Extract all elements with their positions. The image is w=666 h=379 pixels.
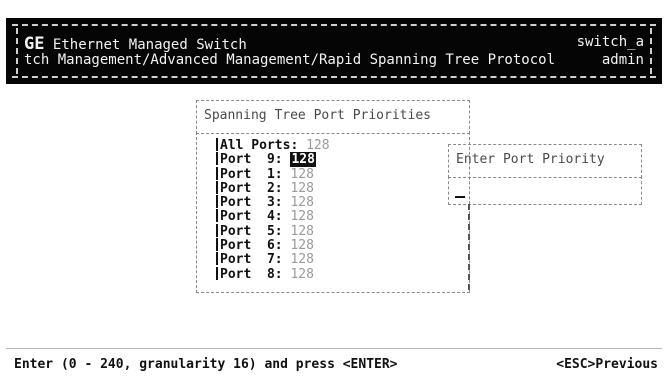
all-ports-value: 128	[306, 138, 330, 153]
port-priority-value: 128	[290, 238, 314, 254]
row-marker	[216, 252, 218, 266]
port-label: Port 6:	[220, 238, 283, 254]
row-marker	[216, 223, 218, 237]
port-row[interactable]: Port 2: 128	[216, 180, 330, 196]
port-label: Port 2:	[220, 180, 283, 196]
header-top-border	[12, 24, 656, 26]
port-row[interactable]: Port 1: 128	[216, 166, 330, 182]
entry-panel-divider	[468, 204, 470, 290]
text-cursor	[455, 196, 465, 198]
header-right-border	[650, 28, 652, 74]
port-row[interactable]: Port 3: 128	[216, 195, 330, 211]
all-ports-row[interactable]: All Ports: 128	[216, 138, 330, 153]
app-title: GE Ethernet Managed Switch	[24, 34, 247, 54]
entry-input-box[interactable]	[448, 176, 642, 205]
user-name: admin	[601, 52, 644, 68]
esc-previous-action[interactable]: <ESC>Previous	[556, 357, 658, 372]
row-marker	[216, 166, 218, 180]
priorities-panel-title: Spanning Tree Port Priorities	[204, 108, 431, 123]
port-label: Port 9:	[220, 152, 283, 168]
port-label: Port 4:	[220, 209, 283, 225]
port-priority-value: 128	[290, 180, 314, 196]
header-left-border	[16, 28, 18, 74]
port-row[interactable]: Port 7: 128	[216, 252, 330, 268]
header-bottom-border	[12, 76, 656, 78]
port-row[interactable]: Port 5: 128	[216, 223, 330, 239]
port-label: Port 8:	[220, 266, 283, 282]
switch-name: switch_a	[576, 34, 644, 50]
port-priority-value: 128	[290, 152, 316, 168]
entry-panel-title: Enter Port Priority	[456, 152, 605, 167]
header-bar: GE Ethernet Managed Switch tch Managemen…	[6, 18, 662, 84]
brand-logo: GE	[24, 34, 45, 54]
port-priority-value: 128	[290, 195, 314, 211]
input-hint: Enter (0 - 240, granularity 16) and pres…	[14, 357, 398, 372]
row-marker	[216, 152, 218, 166]
row-marker	[216, 138, 218, 151]
port-rows: Port 9: 128 Port 1: 128 Port 2: 128 Port 3:…	[216, 152, 330, 281]
port-label: Port 7:	[220, 252, 283, 268]
port-priority-value: 128	[290, 166, 314, 182]
terminal-screen: GE Ethernet Managed Switch tch Managemen…	[0, 0, 666, 379]
row-marker	[216, 238, 218, 252]
port-priority-value: 128	[290, 223, 314, 239]
port-priority-list: All Ports: 128 Port 9: 128 Port 1: 128 Por…	[216, 138, 330, 281]
port-label: Port 3:	[220, 195, 283, 211]
port-priority-value: 128	[290, 252, 314, 268]
app-title-text: Ethernet Managed Switch	[52, 37, 247, 53]
row-marker	[216, 180, 218, 194]
port-row[interactable]: Port 6: 128	[216, 238, 330, 254]
breadcrumb: tch Management/Advanced Management/Rapid…	[24, 52, 556, 68]
port-row[interactable]: Port 4: 128	[216, 209, 330, 225]
port-row[interactable]: Port 9: 128	[216, 152, 330, 168]
row-marker	[216, 195, 218, 209]
row-marker	[216, 209, 218, 223]
all-ports-label: All Ports:	[220, 138, 299, 153]
port-label: Port 5:	[220, 223, 283, 239]
port-label: Port 1:	[220, 166, 283, 182]
row-marker	[216, 266, 218, 280]
port-row[interactable]: Port 8: 128	[216, 266, 330, 282]
port-priority-value: 128	[290, 266, 314, 282]
footer-bar: Enter (0 - 240, granularity 16) and pres…	[6, 348, 662, 373]
port-priority-value: 128	[290, 209, 314, 225]
